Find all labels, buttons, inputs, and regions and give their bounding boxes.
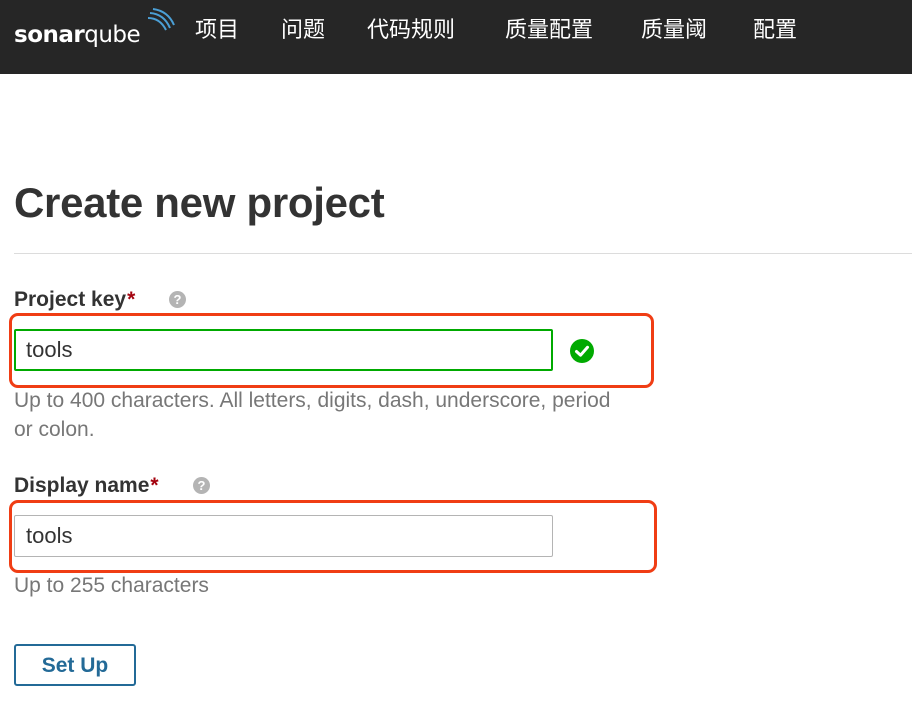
project-key-label: Project key*	[14, 287, 135, 313]
annotation-highlight-project-key	[9, 313, 654, 388]
required-mark: *	[150, 474, 159, 497]
display-name-label-text: Display name	[14, 474, 150, 497]
nav-item-quality-gates[interactable]: 质量阈	[641, 16, 707, 46]
logo-text-thin: qube	[84, 22, 141, 48]
required-mark: *	[127, 288, 136, 311]
logo-text: sonarqube	[14, 22, 141, 48]
nav-item-rules[interactable]: 代码规则	[367, 16, 455, 46]
project-key-label-text: Project key	[14, 288, 127, 311]
nav-item-quality-profiles[interactable]: 质量配置	[505, 16, 593, 46]
logo-text-bold: sonar	[14, 22, 85, 48]
sonarqube-logo[interactable]: sonarqube	[14, 8, 175, 48]
annotation-highlight-display-name	[9, 500, 657, 573]
top-navbar: sonarqube 项目 问题 代码规则 质量配置 质量阈 配置	[0, 0, 912, 74]
display-name-hint: Up to 255 characters	[14, 574, 209, 597]
nav-item-issues[interactable]: 问题	[281, 16, 325, 46]
project-key-hint: Up to 400 characters. All letters, digit…	[14, 386, 610, 444]
nav-item-projects[interactable]: 项目	[195, 16, 239, 46]
help-icon[interactable]: ?	[169, 291, 186, 308]
help-icon[interactable]: ?	[193, 477, 210, 494]
project-key-hint-line-1: Up to 400 characters. All letters, digit…	[14, 389, 611, 412]
project-key-hint-line-2: or colon.	[14, 418, 95, 441]
page-title: Create new project	[14, 179, 385, 226]
set-up-button[interactable]: Set Up	[14, 644, 136, 686]
sonar-waves-icon	[147, 8, 175, 31]
title-divider	[14, 253, 912, 254]
display-name-label: Display name*	[14, 473, 159, 499]
nav-item-administration[interactable]: 配置	[753, 16, 797, 46]
